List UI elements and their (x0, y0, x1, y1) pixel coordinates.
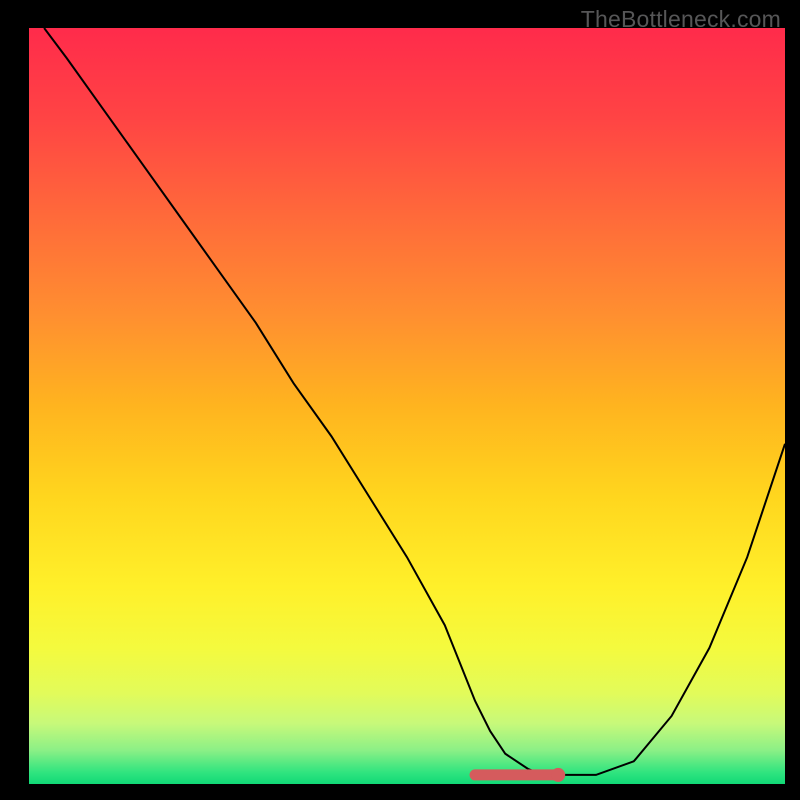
watermark-text: TheBottleneck.com (581, 6, 781, 33)
chart-plot-area (29, 28, 785, 784)
optimal-point-dot (551, 768, 565, 782)
chart-background (29, 28, 785, 784)
chart-svg (29, 28, 785, 784)
chart-frame: TheBottleneck.com (0, 0, 800, 800)
